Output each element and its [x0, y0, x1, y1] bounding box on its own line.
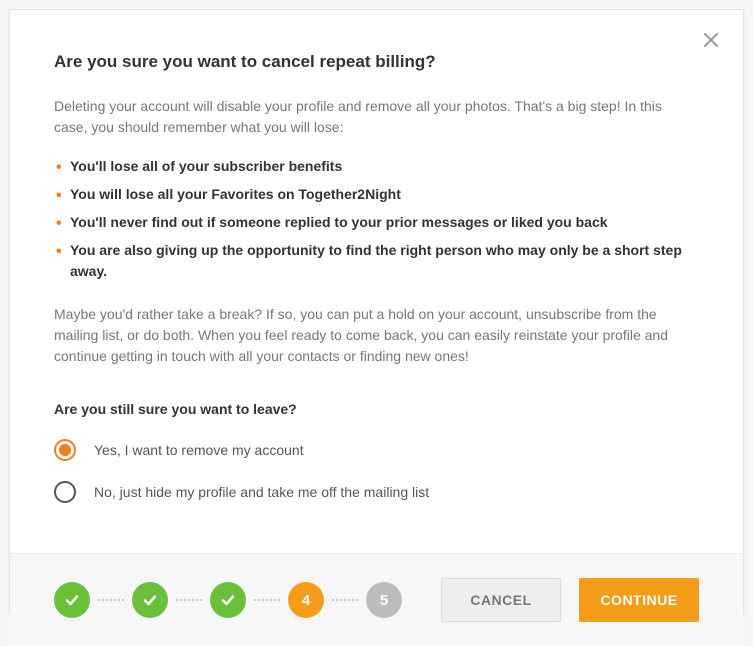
- step-number: 5: [380, 592, 388, 609]
- cancel-billing-modal: Are you sure you want to cancel repeat b…: [9, 9, 744, 614]
- bullet-item: You'll lose all of your subscriber benef…: [54, 156, 699, 177]
- modal-footer: 4 5 CANCEL CONTINUE: [10, 553, 743, 646]
- check-icon: [220, 592, 236, 608]
- option-label: No, just hide my profile and take me off…: [94, 484, 429, 500]
- step-number: 4: [302, 592, 310, 609]
- continue-button[interactable]: CONTINUE: [579, 578, 699, 622]
- step-separator: [332, 599, 358, 601]
- step-3-done: [210, 582, 246, 618]
- step-separator: [98, 599, 124, 601]
- option-label: Yes, I want to remove my account: [94, 442, 304, 458]
- option-hide-profile[interactable]: No, just hide my profile and take me off…: [54, 481, 699, 503]
- check-icon: [142, 592, 158, 608]
- bullet-item: You are also giving up the opportunity t…: [54, 240, 699, 282]
- radio-icon: [54, 439, 76, 461]
- cancel-button[interactable]: CANCEL: [441, 578, 561, 622]
- option-remove-account[interactable]: Yes, I want to remove my account: [54, 439, 699, 461]
- bullet-list: You'll lose all of your subscriber benef…: [54, 156, 699, 282]
- bullet-item: You will lose all your Favorites on Toge…: [54, 184, 699, 205]
- intro-text: Deleting your account will disable your …: [54, 96, 699, 138]
- close-icon: [703, 31, 719, 53]
- modal-title: Are you sure you want to cancel repeat b…: [54, 52, 699, 72]
- step-separator: [254, 599, 280, 601]
- step-5-pending: 5: [366, 582, 402, 618]
- modal-content: Are you sure you want to cancel repeat b…: [10, 10, 743, 553]
- step-2-done: [132, 582, 168, 618]
- footer-buttons: CANCEL CONTINUE: [441, 578, 699, 622]
- step-1-done: [54, 582, 90, 618]
- close-button[interactable]: [699, 28, 723, 56]
- step-separator: [176, 599, 202, 601]
- step-4-current: 4: [288, 582, 324, 618]
- bullet-item: You'll never find out if someone replied…: [54, 212, 699, 233]
- check-icon: [64, 592, 80, 608]
- step-indicator: 4 5: [54, 582, 402, 618]
- outro-text: Maybe you'd rather take a break? If so, …: [54, 304, 699, 367]
- radio-icon: [54, 481, 76, 503]
- confirm-prompt: Are you still sure you want to leave?: [54, 401, 699, 417]
